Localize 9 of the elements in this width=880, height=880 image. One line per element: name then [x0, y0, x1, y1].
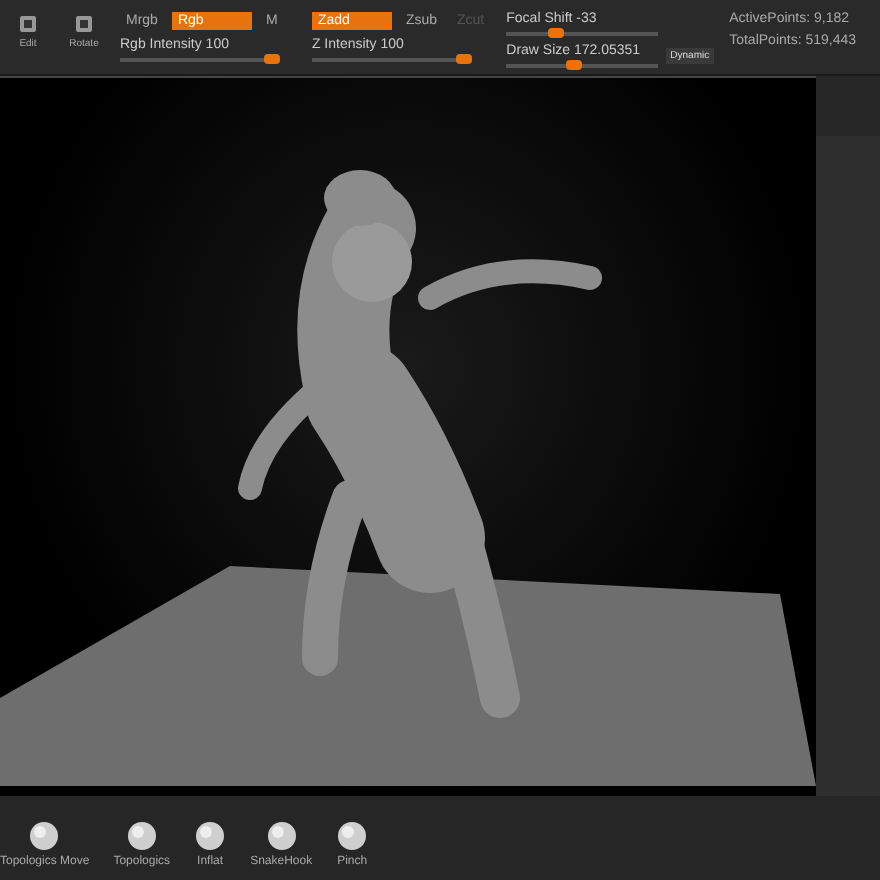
sphere-icon — [336, 820, 369, 852]
slider-handle[interactable] — [566, 60, 583, 70]
sphere-icon — [28, 820, 61, 852]
slider-handle[interactable] — [455, 54, 472, 64]
sphere-icon — [265, 820, 298, 852]
sphere-icon — [125, 820, 158, 852]
sphere-icon — [194, 820, 227, 852]
slider-handle[interactable] — [548, 28, 565, 38]
slider-handle[interactable] — [264, 54, 280, 64]
